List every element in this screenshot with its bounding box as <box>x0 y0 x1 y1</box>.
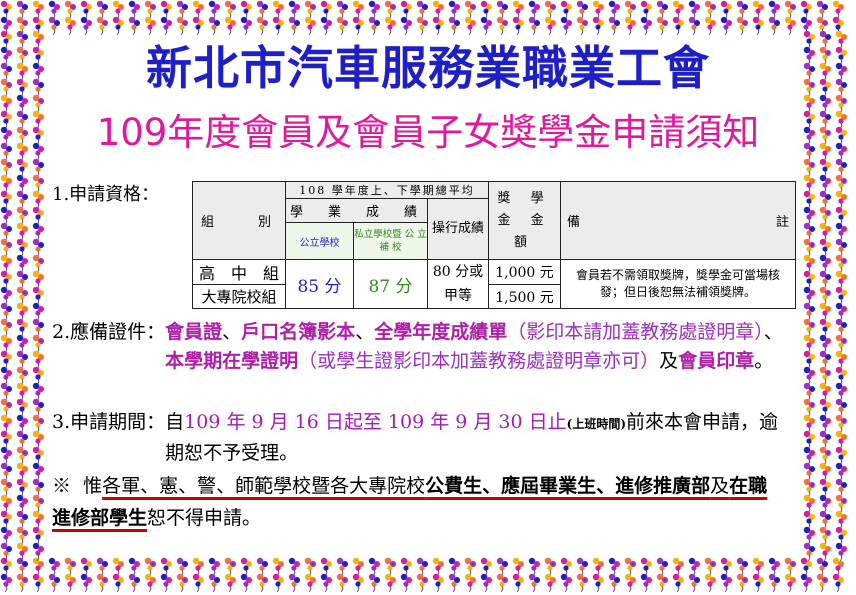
header-remark-right: 註 <box>776 215 790 230</box>
header-public-school: 公立學校 <box>285 222 354 260</box>
section2: 2.應備證件： 會員證、戶口名簿影本、全學年度成績單（影印本請加蓋教務處證明章）… <box>52 318 787 376</box>
doc-member-card: 會員證 <box>165 321 223 343</box>
header-academic-grades: 學 業 成 績 <box>285 198 428 223</box>
application-period: 109 年 9 月 16 日起至 109 年 9 月 30 日止 <box>184 411 567 433</box>
row-group-college: 大專院校組 <box>192 284 286 309</box>
scholarship-criteria-table: 組 別 108 學年度上、下學期總平均 獎 學 金 金 額 備 註 學 業 成 … <box>192 181 797 309</box>
note-end: 恕不得申請。 <box>147 507 262 529</box>
section2-body: 會員證、戶口名簿影本、全學年度成績單（影印本請加蓋教務處證明章）、本學期在學證明… <box>165 318 787 376</box>
header-group: 組 別 <box>192 181 286 260</box>
section4: ※ 惟各軍、憲、警、師範學校暨各大專院校公費生、應屆畢業生、進修推廣部及在職進修… <box>52 470 777 534</box>
notice-title: 新北市汽車服務業職業工會 <box>146 41 710 95</box>
from-text: 自 <box>165 411 185 433</box>
public-score: 85 分 <box>285 259 354 309</box>
header-conduct: 操行成績 <box>426 198 490 260</box>
sep: 、 <box>222 321 242 343</box>
conduct-line2: 甲等 <box>444 288 472 304</box>
office-hours: (上班時間) <box>566 417 627 431</box>
note-schools: 各軍、憲、警、師範學校暨各大專院校 <box>102 475 426 497</box>
sep: 、 <box>355 321 375 343</box>
sep: 、 <box>763 321 783 343</box>
doc-member-seal: 會員印章 <box>678 350 755 372</box>
note-t1: 惟 <box>83 475 103 497</box>
section2-label: 2.應備證件： <box>52 321 166 343</box>
doc-enrollment-proof: 本學期在學證明 <box>165 350 299 372</box>
private-score: 87 分 <box>353 259 428 309</box>
row-group-highschool: 高 中 組 <box>192 259 286 285</box>
header-private-school: 私立學校暨 公 立 補 校 <box>353 222 428 260</box>
section3: 3.申請期間： 自109 年 9 月 16 日起至 109 年 9 月 30 日… <box>52 408 787 468</box>
doc-transcript: 全學年度成績單 <box>374 321 508 343</box>
notice-subtitle: 109年度會員及會員子女獎學金申請須知 <box>96 111 760 154</box>
note-excluded-students: 公費生、應屆畢業生、進修推廣部 <box>425 475 711 497</box>
conduct-line1: 80 分或 <box>432 264 484 280</box>
amount-highschool: 1,000 元 <box>488 259 562 285</box>
section3-label: 3.申請期間： <box>52 411 166 433</box>
doc-transcript-note: （影印本請加蓋教務處證明章） <box>507 321 764 343</box>
section3-body: 自109 年 9 月 16 日起至 109 年 9 月 30 日止(上班時間)前… <box>165 408 787 468</box>
note-mark: ※ <box>52 475 72 497</box>
doc-household-copy: 戶口名簿影本 <box>241 321 356 343</box>
doc-enrollment-note: （或學生證影印本加蓋教務處證明章亦可） <box>298 350 660 372</box>
conduct-requirement: 80 分或 甲等 <box>426 259 490 309</box>
period-mark: 。 <box>754 350 774 372</box>
remark-note: 會員若不需領取獎牌，獎學金可當場核發；但日後恕無法補領獎牌。 <box>560 259 797 309</box>
section1-label: 1.申請資格： <box>52 184 160 205</box>
amount-college: 1,500 元 <box>488 284 562 309</box>
note-and: 及 <box>710 475 730 497</box>
header-remark-left: 備 <box>567 215 581 230</box>
header-amount: 獎 學 金 金 額 <box>488 181 562 260</box>
conj: 及 <box>659 350 679 372</box>
header-remark: 備 註 <box>560 181 797 260</box>
header-semester-average: 108 學年度上、下學期總平均 <box>284 181 490 199</box>
